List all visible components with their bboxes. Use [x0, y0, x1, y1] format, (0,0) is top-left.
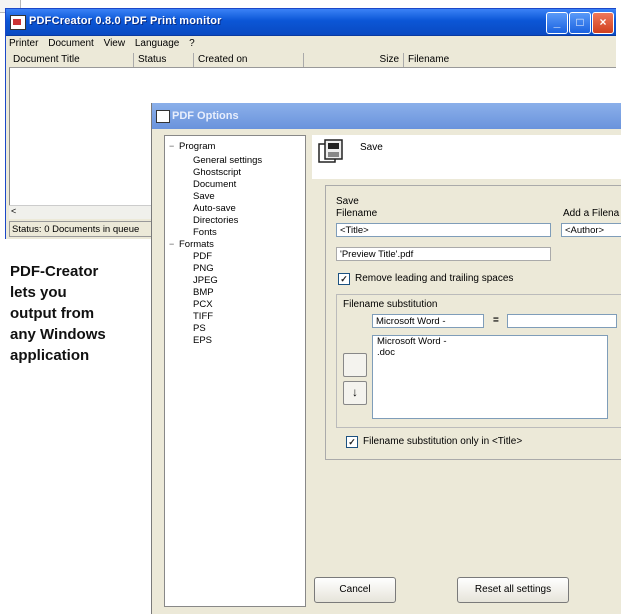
monitor-titlebar[interactable]: PDFCreator 0.8.0 PDF Print monitor _ □ × — [6, 9, 616, 36]
substitution-list[interactable]: Microsoft Word - .doc — [372, 335, 608, 419]
caption-line: lets you — [10, 284, 67, 301]
options-title: PDF Options — [172, 110, 239, 122]
filename-label: Filename — [336, 208, 378, 219]
article-caption: PDF-Creator lets you output from any Win… — [10, 261, 150, 366]
options-titlebar[interactable]: PDF Options — [152, 103, 621, 129]
pdfcreator-app-icon — [10, 15, 26, 30]
col-status[interactable]: Status — [134, 53, 194, 67]
section-title: Save — [360, 142, 383, 153]
minimize-button[interactable]: _ — [546, 12, 568, 34]
tree-item-png[interactable]: PNG — [193, 263, 214, 274]
filename-substitution-group: Filename substitution Microsoft Word - =… — [336, 294, 621, 428]
subst-only-title-checkbox[interactable]: ✓ — [346, 436, 358, 448]
substitution-label: Filename substitution — [343, 299, 438, 310]
list-item[interactable]: Microsoft Word - — [373, 336, 607, 347]
tree-item-ps[interactable]: PS — [193, 323, 206, 334]
add-filename-label: Add a Filena — [563, 208, 620, 219]
collapse-icon[interactable]: − — [169, 141, 174, 151]
caption-line: any Windows — [10, 326, 106, 343]
monitor-title: PDFCreator 0.8.0 PDF Print monitor — [29, 15, 222, 27]
tree-item-pcx[interactable]: PCX — [193, 299, 213, 310]
status-bar: Status: 0 Documents in queue — [9, 221, 154, 237]
tree-item-formats[interactable]: Formats — [179, 239, 214, 250]
remove-spaces-checkbox[interactable]: ✓ — [338, 273, 350, 285]
caption-line: application — [10, 347, 90, 364]
tree-item-auto-save[interactable]: Auto-save — [193, 203, 236, 214]
tree-item-eps[interactable]: EPS — [193, 335, 212, 346]
col-document-title[interactable]: Document Title — [9, 53, 134, 67]
queue-column-headers: Document Title Status Created on Size Fi… — [9, 53, 616, 68]
menu-help[interactable]: ? — [186, 36, 199, 49]
tree-item-save[interactable]: Save — [193, 191, 215, 202]
menu-printer[interactable]: Printer — [6, 36, 42, 49]
save-icon — [318, 139, 343, 163]
tree-item-program[interactable]: Program — [179, 141, 215, 152]
save-group-label: Save — [336, 196, 359, 207]
save-settings-group: Save Filename Add a Filena <Title> <Auth… — [325, 185, 621, 460]
tree-item-document[interactable]: Document — [193, 179, 236, 190]
pdf-options-window: PDF Options − Program General settings G… — [151, 103, 621, 614]
remove-spaces-label: Remove leading and trailing spaces — [355, 273, 514, 284]
menu-view[interactable]: View — [101, 36, 130, 49]
collapse-icon[interactable]: − — [169, 239, 174, 249]
add-filename-select[interactable]: <Author> — [561, 223, 621, 237]
col-size[interactable]: Size — [304, 53, 404, 67]
list-item[interactable]: .doc — [373, 347, 607, 358]
equals-sign: = — [493, 315, 499, 326]
settings-tree: − Program General settings Ghostscript D… — [164, 135, 306, 607]
tree-item-directories[interactable]: Directories — [193, 215, 238, 226]
move-down-button[interactable]: ↓ — [343, 381, 367, 405]
close-button[interactable]: × — [592, 12, 614, 34]
tree-item-tiff[interactable]: TIFF — [193, 311, 213, 322]
caption-line: PDF-Creator — [10, 263, 99, 280]
reset-all-settings-button[interactable]: Reset all settings — [457, 577, 569, 603]
substitution-from-input[interactable]: Microsoft Word - — [372, 314, 484, 328]
tree-item-pdf[interactable]: PDF — [193, 251, 212, 262]
tree-item-jpeg[interactable]: JPEG — [193, 275, 218, 286]
section-header: Save — [312, 135, 621, 179]
scroll-left-arrow[interactable]: < — [11, 206, 16, 216]
maximize-button[interactable]: □ — [569, 12, 591, 34]
subst-only-title-label: Filename substitution only in <Title> — [363, 436, 523, 447]
filename-preview: 'Preview Title'.pdf — [336, 247, 551, 261]
menu-language[interactable]: Language — [132, 36, 184, 49]
monitor-menubar: Printer Document View Language ? — [6, 36, 616, 52]
filename-input[interactable]: <Title> — [336, 223, 551, 237]
substitution-to-input[interactable] — [507, 314, 617, 328]
col-created-on[interactable]: Created on — [194, 53, 304, 67]
tree-item-general-settings[interactable]: General settings — [193, 155, 262, 166]
menu-document[interactable]: Document — [45, 36, 98, 49]
tree-item-ghostscript[interactable]: Ghostscript — [193, 167, 241, 178]
tree-item-bmp[interactable]: BMP — [193, 287, 214, 298]
horizontal-scrollbar[interactable]: < — [9, 205, 154, 219]
pdfcreator-app-icon — [156, 110, 170, 123]
tree-item-fonts[interactable]: Fonts — [193, 227, 217, 238]
caption-line: output from — [10, 305, 95, 322]
cancel-button[interactable]: Cancel — [314, 577, 396, 603]
move-up-button[interactable] — [343, 353, 367, 377]
col-filename[interactable]: Filename — [404, 53, 619, 67]
